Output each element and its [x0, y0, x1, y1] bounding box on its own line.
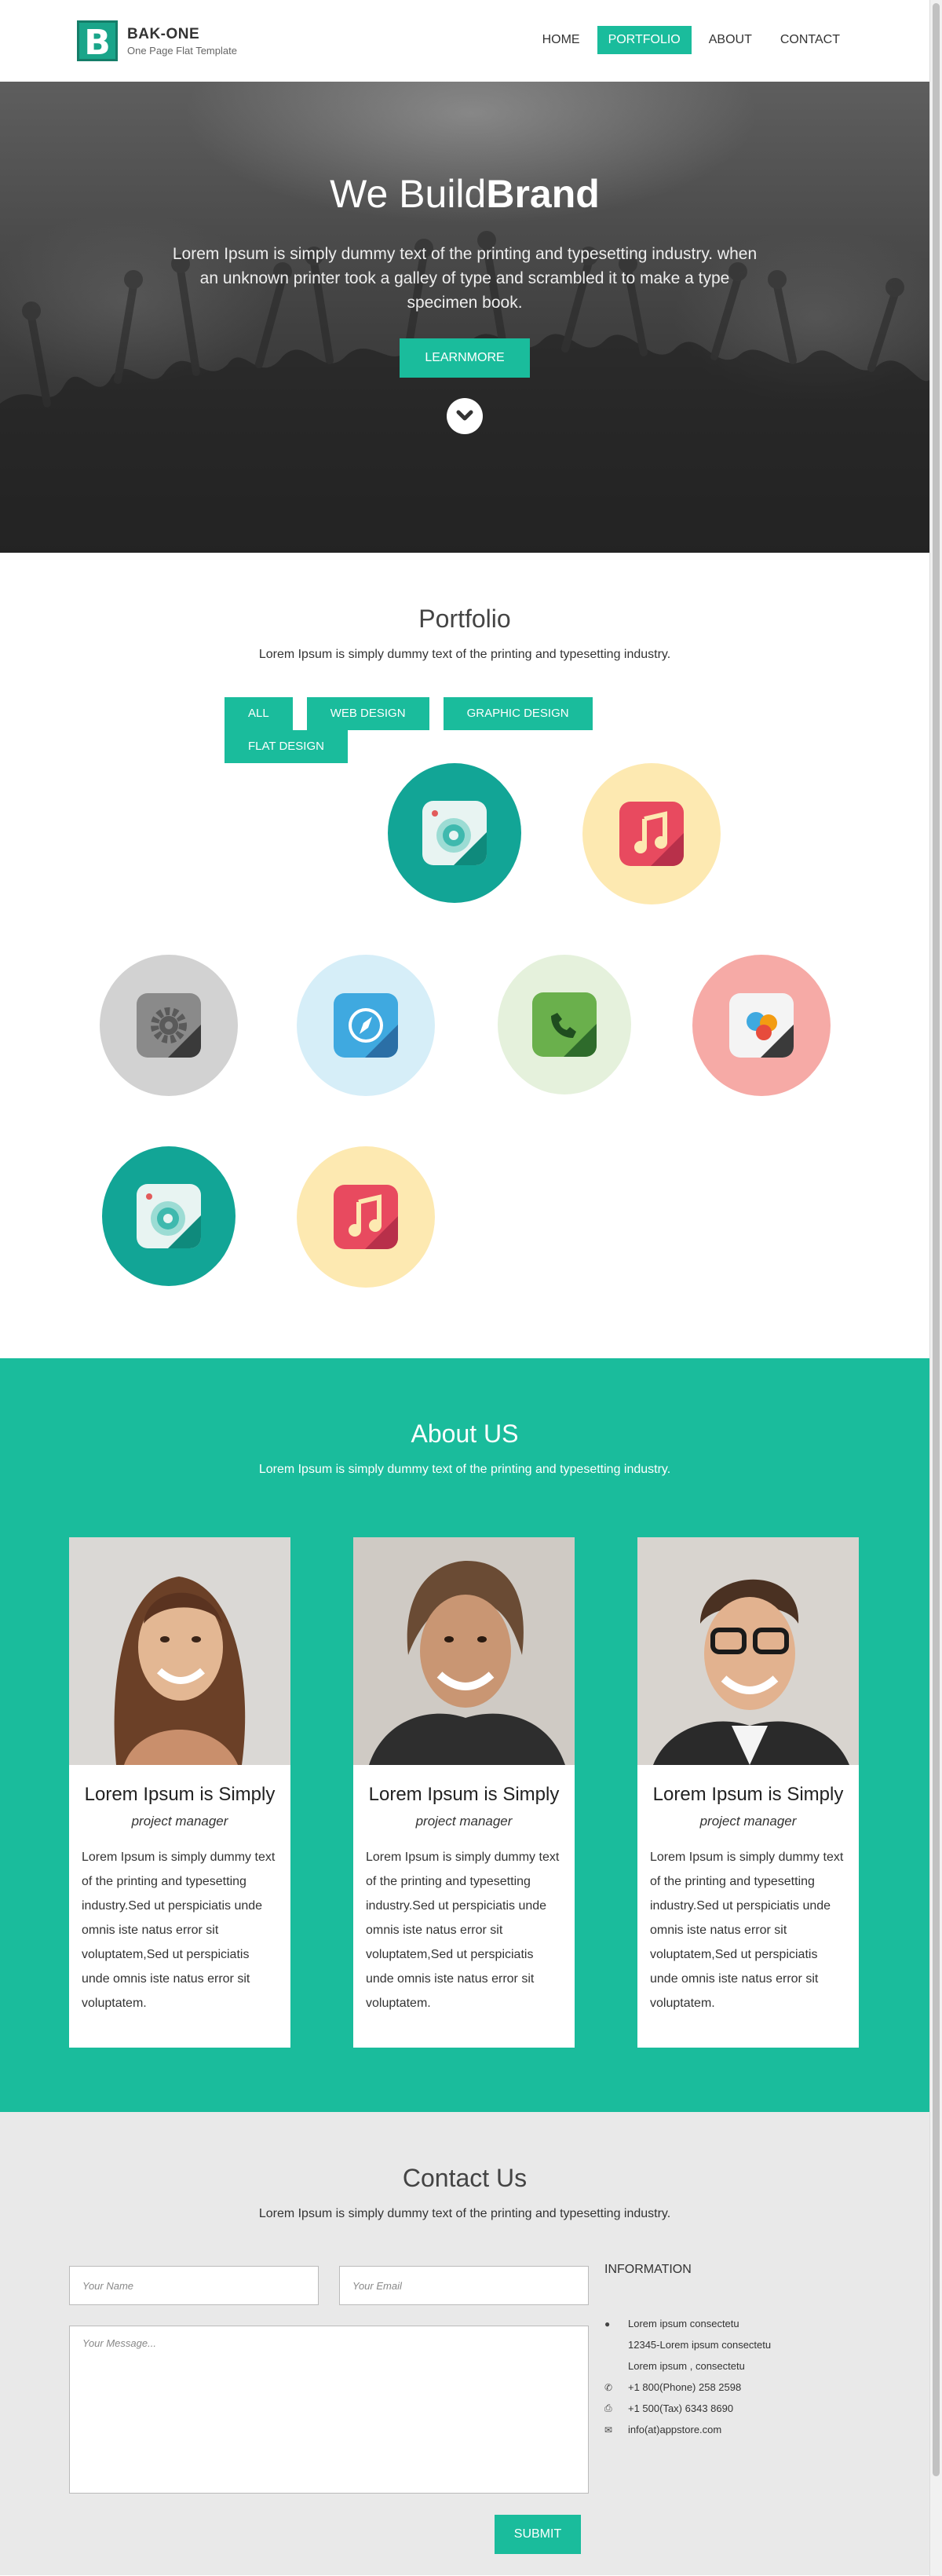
address-line: 12345-Lorem ipsum consectetu: [604, 2334, 771, 2355]
contact-subtitle: Lorem Ipsum is simply dummy text of the …: [258, 2207, 671, 2220]
page: B BAK-ONE One Page Flat Template HOME PO…: [0, 0, 929, 2575]
hero-title-bold: Brand: [486, 172, 600, 216]
learn-more-button[interactable]: LEARNMORE: [400, 338, 530, 378]
email-address[interactable]: info(at)appstore.com: [628, 2424, 721, 2435]
team-member-role: project manager: [415, 1814, 513, 1829]
scrollbar[interactable]: [929, 0, 942, 2576]
portfolio-item[interactable]: [692, 955, 831, 1096]
portfolio-item[interactable]: [297, 1146, 435, 1288]
music-icon: [619, 802, 684, 866]
site-header: B BAK-ONE One Page Flat Template HOME PO…: [0, 0, 929, 82]
logo-text: BAK-ONE One Page Flat Template: [127, 26, 237, 57]
portfolio-item[interactable]: [102, 1146, 236, 1286]
phone-icon: [532, 992, 597, 1057]
logo-title: BAK-ONE: [127, 25, 200, 42]
scrollbar-thumb[interactable]: [933, 3, 940, 2476]
portfolio-item[interactable]: [582, 763, 721, 904]
team-member-name: Lorem Ipsum is Simply: [652, 1784, 844, 1805]
nav-about[interactable]: ABOUT: [698, 26, 763, 54]
nav-portfolio[interactable]: PORTFOLIO: [597, 26, 692, 54]
hero-banner: We BuildBrand Lorem Ipsum is simply dumm…: [0, 82, 929, 553]
team-member-name: Lorem Ipsum is Simply: [84, 1784, 276, 1805]
music-icon: [334, 1185, 398, 1249]
settings-icon: [137, 993, 201, 1058]
team-photo: [69, 1537, 290, 1765]
submit-button[interactable]: SUBMIT: [495, 2515, 581, 2554]
hero-title-light: We Build: [330, 172, 487, 216]
hero-text: Lorem Ipsum is simply dummy text of the …: [172, 245, 758, 312]
team-member-bio: Lorem Ipsum is simply dummy text of the …: [366, 1851, 560, 2010]
team-card: Lorem Ipsum is Simply project manager Lo…: [637, 1537, 859, 2048]
fax-number: +1 500(Tax) 6343 8690: [628, 2402, 734, 2414]
name-field[interactable]: Your Name: [69, 2266, 319, 2305]
portfolio-subtitle: Lorem Ipsum is simply dummy text of the …: [258, 648, 671, 661]
portfolio-section: Portfolio Lorem Ipsum is simply dummy te…: [0, 553, 929, 1358]
address-line: Lorem ipsum , consectetu: [604, 2355, 771, 2377]
hero-content: We BuildBrand Lorem Ipsum is simply dumm…: [0, 82, 929, 434]
team-member-role: project manager: [699, 1814, 797, 1829]
portfolio-item[interactable]: [498, 955, 631, 1094]
map-pin-icon: ●: [604, 2318, 611, 2329]
team-photo: [353, 1537, 575, 1765]
address-line-1: Lorem ipsum consectetu: [628, 2318, 739, 2329]
email-line: ✉ info(at)appstore.com: [604, 2419, 771, 2440]
portfolio-item[interactable]: [297, 955, 435, 1096]
phone-icon: ✆: [604, 2381, 613, 2393]
logo-tagline: One Page Flat Template: [127, 44, 237, 57]
team-card: Lorem Ipsum is Simply project manager Lo…: [69, 1537, 290, 2048]
address-line-3: Lorem ipsum , consectetu: [628, 2360, 745, 2372]
about-section: About US Lorem Ipsum is simply dummy tex…: [0, 1358, 929, 2112]
portfolio-title: Portfolio: [418, 605, 511, 633]
nav-home[interactable]: HOME: [531, 26, 591, 54]
camera-icon: [137, 1184, 201, 1248]
team-member-name: Lorem Ipsum is Simply: [368, 1784, 560, 1805]
envelope-icon: ✉: [604, 2424, 613, 2435]
portfolio-item[interactable]: [388, 763, 521, 903]
about-title: About US: [411, 1420, 519, 1448]
address-line-2: 12345-Lorem ipsum consectetu: [628, 2339, 772, 2351]
logo-mark: B: [77, 20, 118, 63]
fax-line: ⎙ +1 500(Tax) 6343 8690: [604, 2398, 771, 2419]
portfolio-item[interactable]: [100, 955, 238, 1096]
chevron-down-icon[interactable]: [447, 398, 483, 434]
filter-flat-design[interactable]: FLAT DESIGN: [225, 730, 348, 763]
hero-title: We BuildBrand: [0, 171, 929, 217]
portfolio-filters: ALL WEB DESIGN GRAPHIC DESIGN FLAT DESIG…: [225, 697, 617, 763]
main-nav: HOME PORTFOLIO ABOUT CONTACT: [531, 26, 851, 54]
team-card: Lorem Ipsum is Simply project manager Lo…: [353, 1537, 575, 2048]
phone-line: ✆ +1 800(Phone) 258 2598: [604, 2377, 771, 2398]
contact-section: Contact Us Lorem Ipsum is simply dummy t…: [0, 2112, 929, 2575]
team-photo: [637, 1537, 859, 1765]
printer-icon: ⎙: [604, 2402, 612, 2413]
contact-title: Contact Us: [402, 2164, 528, 2192]
team-member-bio: Lorem Ipsum is simply dummy text of the …: [650, 1851, 844, 2010]
camera-icon: [422, 801, 487, 865]
filter-all[interactable]: ALL: [225, 697, 293, 730]
filter-graphic-design[interactable]: GRAPHIC DESIGN: [443, 697, 593, 730]
filter-web-design[interactable]: WEB DESIGN: [306, 697, 429, 730]
message-field[interactable]: Your Message...: [69, 2326, 589, 2494]
information-title: INFORMATION: [604, 2263, 692, 2276]
logo[interactable]: B BAK-ONE One Page Flat Template: [77, 20, 237, 63]
team-member-bio: Lorem Ipsum is simply dummy text of the …: [82, 1851, 276, 2010]
address-line: ● Lorem ipsum consectetu: [604, 2313, 771, 2334]
chat-icon: [729, 993, 794, 1058]
email-field[interactable]: Your Email: [339, 2266, 589, 2305]
compass-icon: [334, 993, 398, 1058]
phone-number[interactable]: +1 800(Phone) 258 2598: [628, 2381, 741, 2393]
about-subtitle: Lorem Ipsum is simply dummy text of the …: [258, 1463, 671, 1476]
contact-info-list: ● Lorem ipsum consectetu 12345-Lorem ipsu…: [604, 2313, 771, 2440]
team-member-role: project manager: [131, 1814, 228, 1829]
nav-contact[interactable]: CONTACT: [769, 26, 851, 54]
